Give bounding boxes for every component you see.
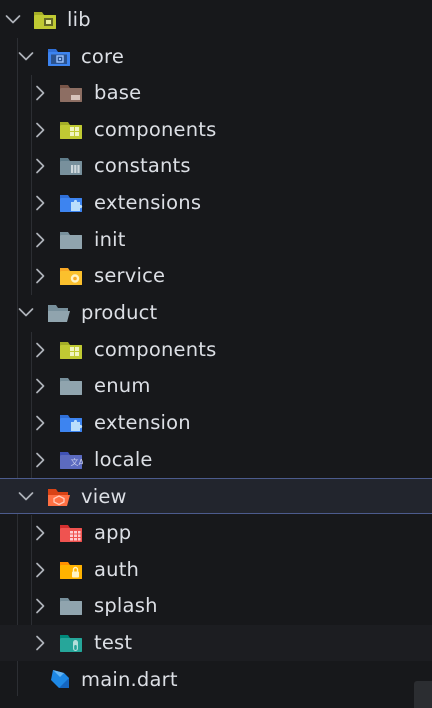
base-folder-icon [59,82,83,104]
chevron-right-icon[interactable] [31,230,49,250]
tree-folder-item[interactable]: service [0,258,432,294]
tree-folder-item[interactable]: components [0,112,432,148]
tree-item-label: test [94,631,133,654]
constants-folder-icon [59,155,83,177]
chevron-right-icon[interactable] [31,193,49,213]
app-folder-icon [59,522,83,544]
tree-item-label: main.dart [81,668,178,691]
tree-folder-item[interactable]: components [0,332,432,368]
dart-file-icon [47,669,71,691]
tree-folder-item[interactable]: app [0,515,432,551]
tree-folder-item[interactable]: view [0,478,432,514]
folder-icon [59,595,83,617]
tree-folder-item[interactable]: product [0,295,432,331]
tree-folder-item[interactable]: 文A locale [0,442,432,478]
chevron-down-icon[interactable] [17,303,35,323]
tree-item-label: base [94,81,142,104]
chevron-right-icon[interactable] [31,560,49,580]
tree-folder-item[interactable]: init [0,222,432,258]
tree-item-label: components [94,118,217,141]
test-folder-icon [59,632,83,654]
chevron-right-icon[interactable] [31,450,49,470]
file-explorer-tree: lib core base components constants exten… [0,0,432,708]
tree-folder-item[interactable]: splash [0,588,432,624]
auth-folder-icon [59,559,83,581]
tree-item-label: components [94,338,217,361]
tree-item-label: enum [94,374,151,397]
folder-icon [59,229,83,251]
tree-folder-item[interactable]: base [0,75,432,111]
chevron-right-icon[interactable] [31,266,49,286]
chevron-right-icon[interactable] [31,376,49,396]
chevron-right-icon[interactable] [31,156,49,176]
tree-file-item[interactable]: main.dart [0,662,432,698]
tree-folder-item[interactable]: extension [0,405,432,441]
svg-text:文A: 文A [71,457,84,467]
tree-folder-item[interactable]: test [0,625,432,661]
components-folder-icon [59,339,83,361]
chevron-right-icon[interactable] [31,340,49,360]
tree-item-label: splash [94,594,158,617]
tree-folder-item[interactable]: auth [0,552,432,588]
tree-item-label: product [81,301,158,324]
tree-item-label: locale [94,448,153,471]
chevron-down-icon[interactable] [17,47,35,67]
tree-item-label: extension [94,411,191,434]
view-folder-icon [47,486,71,508]
tree-folder-item[interactable]: lib [0,2,432,38]
components-folder-icon [59,119,83,141]
chevron-right-icon[interactable] [31,83,49,103]
locale-folder-icon: 文A [59,449,84,471]
scrollbar-corner[interactable] [414,681,432,708]
folder-icon [59,375,83,397]
open-folder-icon [47,302,71,324]
tree-item-label: service [94,264,166,287]
tree-folder-item[interactable]: extensions [0,185,432,221]
tree-item-label: extensions [94,191,202,214]
lib-folder-icon [33,9,57,31]
service-folder-icon [59,265,83,287]
extensions-folder-icon [59,192,83,214]
chevron-right-icon[interactable] [31,523,49,543]
tree-item-label: lib [67,8,91,31]
chevron-down-icon[interactable] [4,10,22,30]
tree-item-label: constants [94,154,191,177]
tree-folder-item[interactable]: constants [0,148,432,184]
tree-item-label: app [94,521,132,544]
chevron-down-icon[interactable] [17,487,35,507]
chevron-right-icon[interactable] [31,596,49,616]
core-folder-icon [47,46,71,68]
extensions-folder-icon [59,412,83,434]
chevron-right-icon[interactable] [31,120,49,140]
chevron-right-icon[interactable] [31,633,49,653]
tree-item-label: init [94,228,126,251]
tree-item-label: auth [94,558,140,581]
tree-item-label: view [81,485,127,508]
tree-folder-item[interactable]: enum [0,368,432,404]
tree-folder-item[interactable]: core [0,39,432,75]
tree-item-label: core [81,45,125,68]
chevron-right-icon[interactable] [31,413,49,433]
